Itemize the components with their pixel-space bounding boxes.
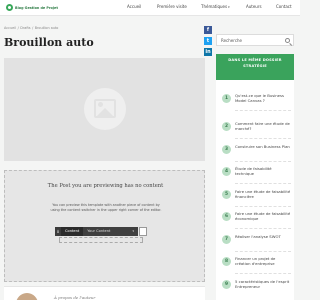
nav-label: Accueil bbox=[127, 4, 142, 9]
logo-icon bbox=[6, 4, 13, 11]
chevron-down-icon: ▾ bbox=[228, 5, 230, 9]
breadcrumb: Accueil / Drafts / Brouillon auto bbox=[4, 26, 58, 30]
linkedin-icon[interactable]: in bbox=[204, 48, 212, 56]
list-item-number: 8 bbox=[222, 257, 231, 266]
divider bbox=[235, 138, 291, 139]
featured-image-placeholder bbox=[4, 58, 205, 161]
site-logo[interactable]: Blog Gestion de Projet bbox=[6, 4, 58, 11]
divider bbox=[235, 206, 291, 207]
content-switcher-select[interactable]: Your Content ▾ bbox=[83, 226, 138, 236]
nav-label: Thématiques bbox=[201, 4, 228, 9]
content-switcher-value: Your Content bbox=[87, 228, 111, 233]
breadcrumb-separator: / bbox=[32, 26, 34, 30]
list-item-link[interactable]: Réaliser l'analyse SWOT bbox=[235, 234, 291, 239]
sidebar-related-list: DANS LE MÊME DOSSIER STRATÉGIE 1 Qu'est-… bbox=[216, 54, 294, 300]
content-preview-notice: The Post you are previewing has no conte… bbox=[4, 170, 205, 282]
avatar bbox=[16, 293, 38, 300]
divider bbox=[235, 161, 291, 162]
list-item-number: 9 bbox=[222, 280, 231, 289]
list-item-link[interactable]: Comment faire une étude de marché? bbox=[235, 121, 291, 131]
author-label: À propos de l'auteur bbox=[54, 295, 96, 300]
author-box: À propos de l'auteur bbox=[4, 286, 205, 300]
chevron-down-icon: ▾ bbox=[132, 228, 134, 233]
list-item-number: 3 bbox=[222, 145, 231, 154]
list-item[interactable]: 7 Réaliser l'analyse SWOT bbox=[222, 233, 292, 253]
divider bbox=[235, 110, 291, 111]
nav-label: Contact bbox=[276, 4, 292, 9]
external-link-button[interactable] bbox=[139, 226, 147, 236]
nav-auteurs[interactable]: Auteurs bbox=[246, 4, 262, 9]
divider bbox=[235, 183, 291, 184]
list-item[interactable]: 6 Faire une étude de faisabilité économi… bbox=[222, 210, 292, 230]
image-placeholder-icon bbox=[84, 88, 126, 130]
twitter-icon[interactable]: t bbox=[204, 37, 212, 45]
content-drop-zone bbox=[59, 237, 143, 243]
list-item-number: 4 bbox=[222, 167, 231, 176]
list-item-number: 6 bbox=[222, 212, 231, 221]
list-item[interactable]: 3 Construire son Business Plan bbox=[222, 143, 292, 163]
nav-label: Première visite bbox=[157, 4, 187, 9]
nav-thematiques[interactable]: Thématiques▾ bbox=[201, 4, 230, 9]
content-switcher-bar: ⠿ Content Your Content ▾ bbox=[55, 226, 147, 236]
search-input[interactable]: Recherche bbox=[216, 34, 294, 46]
breadcrumb-current: Brouillon auto bbox=[34, 26, 59, 30]
list-item[interactable]: 5 Faire une étude de faisabilité financi… bbox=[222, 188, 292, 208]
list-item-number: 2 bbox=[222, 122, 231, 131]
facebook-icon[interactable]: f bbox=[204, 26, 212, 34]
breadcrumb-drafts[interactable]: Drafts bbox=[20, 26, 30, 30]
list-item-link[interactable]: Financer un projet de création d'entrepr… bbox=[235, 256, 291, 266]
nav-premiere-visite[interactable]: Première visite bbox=[157, 4, 187, 9]
sidebar-heading: DANS LE MÊME DOSSIER STRATÉGIE bbox=[216, 54, 294, 80]
divider bbox=[235, 251, 291, 252]
list-item[interactable]: 4 Étude de faisabilité technique bbox=[222, 165, 292, 185]
list-item-link[interactable]: Étude de faisabilité technique bbox=[235, 166, 291, 176]
page-title: Brouillon auto bbox=[4, 36, 94, 49]
list-item-link[interactable]: 5 caractéristiques de l'esprit Entrepren… bbox=[235, 279, 291, 289]
divider bbox=[235, 228, 291, 229]
preview-title: The Post you are previewing has no conte… bbox=[47, 183, 164, 189]
divider bbox=[235, 273, 291, 274]
list-item[interactable]: 2 Comment faire une étude de marché? bbox=[222, 120, 292, 140]
list-item[interactable]: 9 5 caractéristiques de l'esprit Entrepr… bbox=[222, 278, 292, 298]
list-item-number: 1 bbox=[222, 94, 231, 103]
list-item-number: 5 bbox=[222, 190, 231, 199]
site-name: Blog Gestion de Projet bbox=[15, 5, 58, 10]
content-switcher-label: Content bbox=[61, 226, 84, 236]
list-item-number: 7 bbox=[222, 235, 231, 244]
preview-text: You can preview this template with anoth… bbox=[50, 203, 162, 212]
nav-label: Auteurs bbox=[246, 4, 262, 9]
search-placeholder: Recherche bbox=[221, 38, 243, 43]
search-icon[interactable] bbox=[285, 37, 290, 43]
list-item-link[interactable]: Faire une étude de faisabilité financièr… bbox=[235, 189, 291, 199]
breadcrumb-separator: / bbox=[17, 26, 19, 30]
list-item[interactable]: 1 Qu'est-ce que le Business Model Canvas… bbox=[222, 92, 292, 112]
breadcrumb-home[interactable]: Accueil bbox=[4, 26, 16, 30]
nav-accueil[interactable]: Accueil bbox=[127, 4, 141, 9]
list-item-link[interactable]: Qu'est-ce que le Business Model Canvas ? bbox=[235, 93, 291, 103]
nav-contact[interactable]: Contact bbox=[276, 4, 292, 9]
list-item-link[interactable]: Faire une étude de faisabilité économiqu… bbox=[235, 211, 291, 221]
list-item-link[interactable]: Construire son Business Plan bbox=[235, 144, 291, 149]
site-header: Blog Gestion de Projet Accueil Première … bbox=[0, 0, 300, 16]
list-item[interactable]: 8 Financer un projet de création d'entre… bbox=[222, 255, 292, 275]
